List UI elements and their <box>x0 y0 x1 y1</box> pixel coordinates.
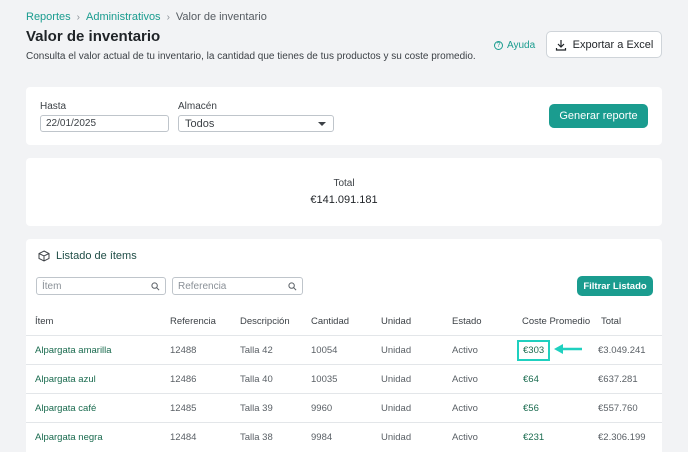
hasta-date-input[interactable]: 22/01/2025 <box>40 115 169 132</box>
help-link[interactable]: ? Ayuda <box>494 40 535 51</box>
row-4-referencia: 12484 <box>170 432 197 443</box>
row-4-unidad: Unidad <box>381 432 412 443</box>
list-title: Listado de ítems <box>56 250 137 262</box>
row-2-descripcion: Talla 40 <box>240 374 273 385</box>
row-1-estado: Activo <box>452 345 478 356</box>
row-4-item[interactable]: Alpargata negra <box>35 432 103 443</box>
arrow-left-icon <box>554 344 582 354</box>
breadcrumb-reportes[interactable]: Reportes <box>26 11 71 23</box>
row-1-descripcion: Talla 42 <box>240 345 273 356</box>
hasta-value: 22/01/2025 <box>46 118 97 129</box>
chevron-right-icon: › <box>166 11 170 23</box>
row-divider <box>26 335 662 336</box>
col-header-estado[interactable]: Estado <box>452 316 482 327</box>
row-2-item[interactable]: Alpargata azul <box>35 374 96 385</box>
row-1-referencia: 12488 <box>170 345 197 356</box>
row-3-descripcion: Talla 39 <box>240 403 273 414</box>
row-2-unidad: Unidad <box>381 374 412 385</box>
row-4-estado: Activo <box>452 432 478 443</box>
row-3-coste-promedio: €56 <box>523 403 539 414</box>
reference-search-placeholder: Referencia <box>178 280 227 292</box>
row-3-cantidad: 9960 <box>311 403 333 414</box>
row-3-item[interactable]: Alpargata café <box>35 403 96 414</box>
row-3-unidad: Unidad <box>381 403 412 414</box>
col-header-descripcion[interactable]: Descripción <box>240 316 290 327</box>
page-subtitle: Consulta el valor actual de tu inventari… <box>26 51 476 62</box>
col-header-cantidad[interactable]: Cantidad <box>311 316 349 327</box>
breadcrumb: Reportes › Administrativos › Valor de in… <box>26 11 267 23</box>
item-search-placeholder: Ítem <box>42 280 62 292</box>
breadcrumb-administrativos[interactable]: Administrativos <box>86 11 161 23</box>
filters-card: Hasta 22/01/2025 Almacén Todos Generar r… <box>26 87 662 145</box>
total-card: Total €141.091.181 <box>26 158 662 226</box>
row-2-estado: Activo <box>452 374 478 385</box>
col-header-coste-promedio[interactable]: Coste Promedio <box>522 316 590 327</box>
generate-report-button[interactable]: Generar reporte <box>549 104 648 128</box>
row-2-referencia: 12486 <box>170 374 197 385</box>
row-4-descripcion: Talla 38 <box>240 432 273 443</box>
row-1-coste-promedio: €303 <box>517 340 551 361</box>
row-1-total: €3.049.241 <box>598 345 646 356</box>
page-title: Valor de inventario <box>26 28 161 45</box>
export-excel-button[interactable]: Exportar a Excel <box>546 31 662 58</box>
question-circle-icon: ? <box>494 41 503 50</box>
chevron-right-icon: › <box>76 11 80 23</box>
hasta-label: Hasta <box>40 101 67 112</box>
total-label: Total <box>333 178 355 189</box>
row-divider <box>26 393 662 394</box>
row-1-cantidad: 10054 <box>311 345 338 356</box>
almacen-value: Todos <box>185 117 215 130</box>
row-3-total: €557.760 <box>598 403 638 414</box>
row-4-total: €2.306.199 <box>598 432 646 443</box>
row-2-total: €637.281 <box>598 374 638 385</box>
list-header: Listado de ítems <box>38 250 137 262</box>
row-3-estado: Activo <box>452 403 478 414</box>
item-search-input[interactable]: Ítem <box>36 277 166 295</box>
row-2-cantidad: 10035 <box>311 374 338 385</box>
almacen-select[interactable]: Todos <box>178 115 334 132</box>
col-header-unidad[interactable]: Unidad <box>381 316 411 327</box>
almacen-label: Almacén <box>178 101 217 112</box>
row-1-item[interactable]: Alpargata amarilla <box>35 345 112 356</box>
reference-search-input[interactable]: Referencia <box>172 277 303 295</box>
items-list-card: Listado de ítems Ítem Referencia Filtrar… <box>26 239 662 452</box>
search-icon <box>288 282 297 291</box>
col-header-referencia[interactable]: Referencia <box>170 316 216 327</box>
row-3-referencia: 12485 <box>170 403 197 414</box>
help-label: Ayuda <box>507 40 536 51</box>
download-icon <box>555 39 566 51</box>
row-4-coste-promedio: €231 <box>523 432 545 443</box>
row-1-unidad: Unidad <box>381 345 412 356</box>
total-value: €141.091.181 <box>310 194 378 206</box>
col-header-total[interactable]: Total <box>601 316 621 327</box>
breadcrumb-current: Valor de inventario <box>175 11 267 23</box>
export-label: Exportar a Excel <box>572 38 654 51</box>
row-divider <box>26 364 662 365</box>
box-icon <box>38 250 50 262</box>
filter-list-button[interactable]: Filtrar Listado <box>577 276 653 296</box>
row-4-cantidad: 9984 <box>311 432 333 443</box>
row-divider <box>26 422 662 423</box>
caret-down-icon <box>318 122 326 126</box>
search-icon <box>151 282 160 291</box>
col-header-item[interactable]: Ítem <box>35 316 53 327</box>
row-2-coste-promedio: €64 <box>523 374 539 385</box>
